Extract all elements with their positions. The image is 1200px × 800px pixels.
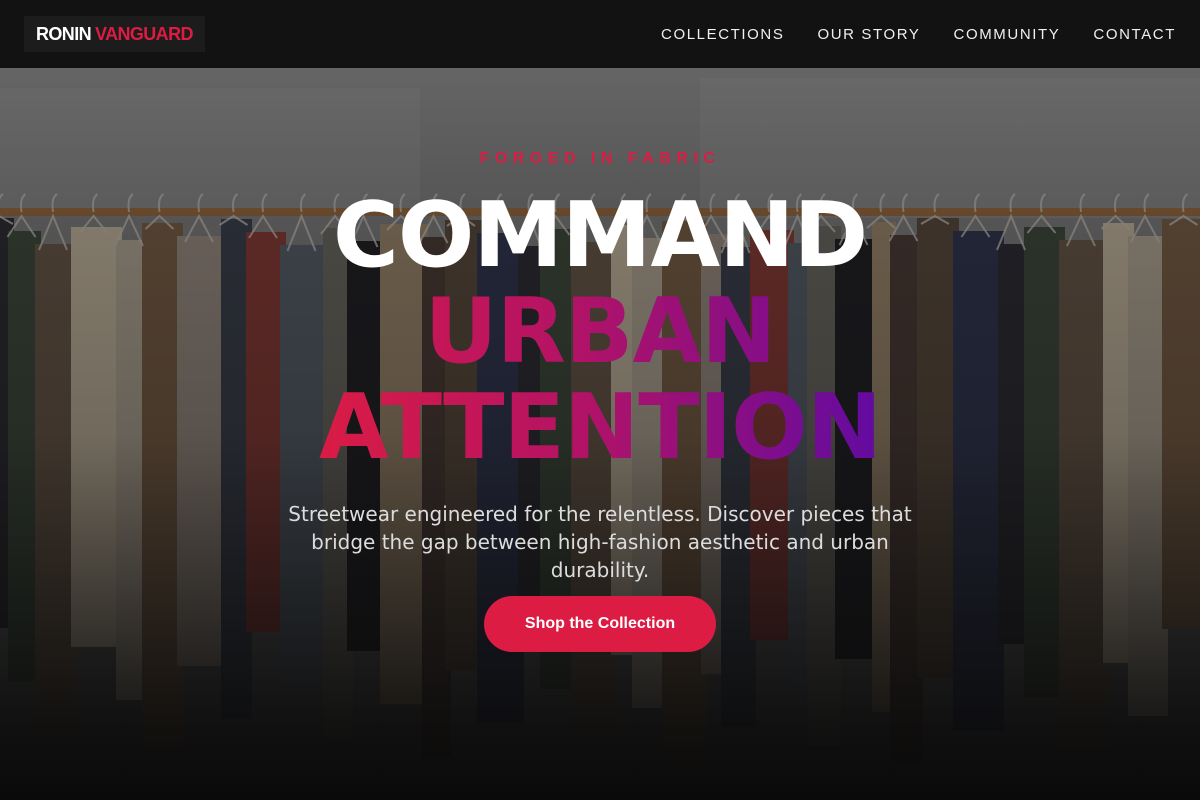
nav-link-contact[interactable]: CONTACT xyxy=(1093,26,1176,43)
shop-collection-button[interactable]: Shop the Collection xyxy=(484,596,716,652)
hero-headline: COMMAND URBAN ATTENTION xyxy=(0,188,1200,476)
hero-eyebrow: FORGED IN FABRIC xyxy=(479,150,721,167)
main-nav: COLLECTIONS OUR STORY COMMUNITY CONTACT xyxy=(628,26,1176,43)
brand-logo[interactable]: RONIN VANGUARD xyxy=(24,16,205,52)
hero-description: Streetwear engineered for the relentless… xyxy=(288,502,912,582)
hero-content: FORGED IN FABRIC COMMAND URBAN ATTENTION… xyxy=(0,68,1200,800)
brand-word-ronin: RONIN xyxy=(36,23,92,44)
headline-line-urban: URBAN xyxy=(0,284,1200,380)
nav-link-collections[interactable]: COLLECTIONS xyxy=(661,26,784,43)
headline-line-attention: ATTENTION xyxy=(0,380,1200,476)
headline-line-command: COMMAND xyxy=(332,183,868,288)
nav-link-community[interactable]: COMMUNITY xyxy=(954,26,1061,43)
brand-word-vanguard: VANGUARD xyxy=(95,23,193,44)
hero-section: FORGED IN FABRIC COMMAND URBAN ATTENTION… xyxy=(0,68,1200,800)
site-header: RONIN VANGUARD COLLECTIONS OUR STORY COM… xyxy=(0,0,1200,68)
nav-link-our-story[interactable]: OUR STORY xyxy=(817,26,920,43)
